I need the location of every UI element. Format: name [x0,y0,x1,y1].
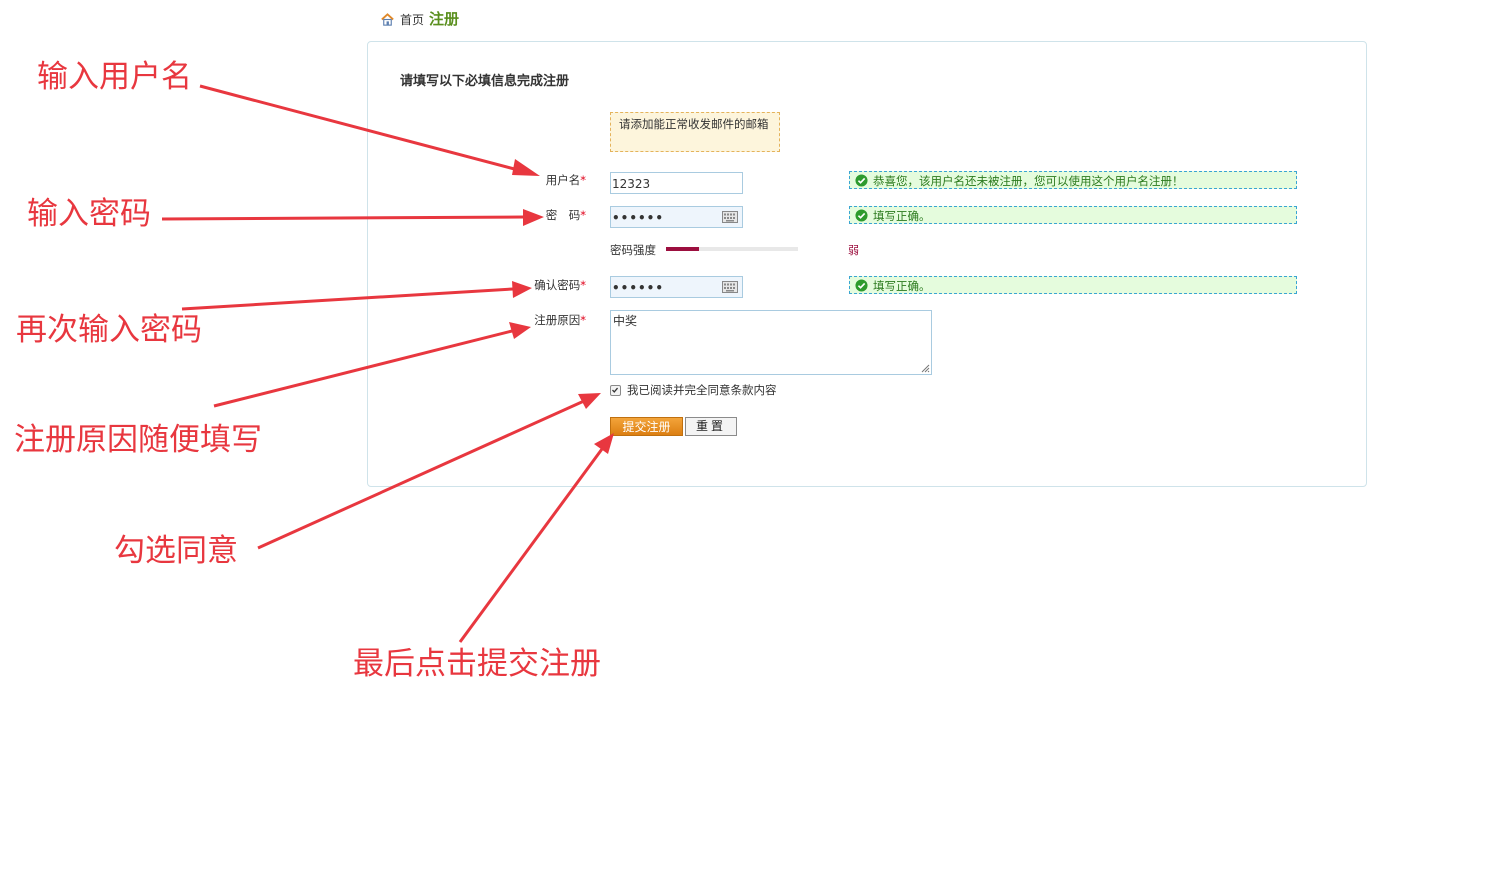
password-strength-fill [666,247,699,251]
annotation-submit: 最后点击提交注册 [353,646,601,682]
username-label: 用户名* [545,173,586,187]
keyboard-icon[interactable] [722,281,738,293]
confirm-success-message: 填写正确。 [849,276,1297,294]
check-circle-icon [855,174,868,187]
checkbox-checked-icon [612,387,619,393]
annotation-password: 输入密码 [27,196,151,232]
agree-label[interactable]: 我已阅读并完全同意条款内容 [627,383,777,398]
breadcrumb-home-link[interactable]: 首页 [400,12,424,28]
email-tip: 请添加能正常收发邮件的邮箱 [610,112,780,152]
resize-grip-icon[interactable] [921,364,930,373]
password-strength-word: 弱 [848,244,859,257]
form-title: 请填写以下必填信息完成注册 [400,74,570,89]
username-success-message: 恭喜您，该用户名还未被注册，您可以使用这个用户名注册！ [849,171,1297,189]
annotation-username: 输入用户名 [37,59,192,95]
submit-register-button[interactable]: 提交注册 [610,417,683,436]
annotation-confirm: 再次输入密码 [16,312,202,348]
check-circle-icon [855,209,868,222]
reset-button[interactable]: 重置 [685,417,737,436]
check-circle-icon [855,279,868,292]
keyboard-icon[interactable] [722,211,738,223]
agree-checkbox[interactable] [610,385,621,396]
password-label: 密 码* [545,208,586,222]
reason-text: 中奖 [613,314,638,328]
confirm-password-label: 确认密码* [534,278,586,292]
breadcrumb-current: 注册 [429,10,460,28]
password-strength-label: 密码强度 [610,243,656,257]
username-input[interactable]: 12323 [610,172,743,194]
password-success-message: 填写正确。 [849,206,1297,224]
annotation-reason: 注册原因随便填写 [14,422,262,458]
annotation-agree: 勾选同意 [114,533,238,569]
reason-textarea[interactable]: 中奖 [610,310,932,375]
home-icon[interactable] [380,12,395,27]
reason-label: 注册原因* [534,313,586,327]
registration-panel [367,41,1367,487]
